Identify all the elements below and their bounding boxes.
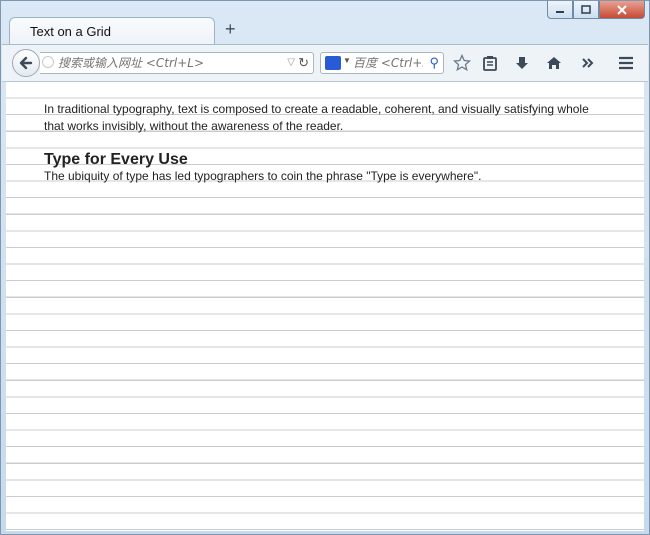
engine-dropdown-icon[interactable]: ▼ (343, 56, 351, 65)
bookmark-star-button[interactable] (452, 53, 472, 73)
minimize-button[interactable] (547, 1, 573, 19)
body-paragraph: The ubiquity of type has led typographer… (44, 169, 482, 183)
star-icon (453, 54, 471, 72)
section-heading: Type for Every Use (44, 151, 188, 168)
tab-active[interactable]: Text on a Grid (9, 17, 215, 45)
reload-icon[interactable]: ↻ (298, 55, 309, 71)
search-input[interactable] (353, 53, 423, 73)
baidu-logo-icon[interactable] (325, 56, 341, 70)
close-icon (617, 4, 627, 15)
browser-window: Text on a Grid + ▽ ↻ ▼ ⚲ (0, 0, 650, 535)
minimize-icon (556, 10, 564, 13)
clipboard-icon (483, 56, 497, 71)
url-bar[interactable]: ▽ ↻ (40, 52, 314, 74)
page-content: In traditional typography, text is compo… (6, 82, 644, 531)
tab-title: Text on a Grid (30, 24, 111, 39)
new-tab-button[interactable]: + (225, 19, 236, 39)
back-button[interactable] (12, 49, 40, 77)
overflow-button[interactable] (578, 53, 598, 73)
search-magnifier-icon[interactable]: ⚲ (429, 55, 439, 71)
search-bar[interactable]: ▼ ⚲ (320, 52, 444, 74)
maximize-button[interactable] (573, 1, 599, 19)
home-button[interactable] (544, 53, 564, 73)
url-input[interactable] (58, 53, 268, 73)
title-bar: Text on a Grid + (1, 1, 650, 45)
navigation-toolbar: ▽ ↻ ▼ ⚲ (2, 44, 648, 82)
history-dropdown-icon[interactable]: ▽ (287, 57, 295, 68)
home-icon (547, 57, 561, 69)
close-button[interactable] (599, 1, 645, 19)
chevron-double-right-icon (582, 58, 594, 68)
download-arrow-icon (516, 57, 528, 69)
reading-list-button[interactable] (480, 53, 500, 73)
window-controls (547, 1, 645, 19)
hamburger-menu-icon (619, 56, 633, 70)
menu-button[interactable] (616, 53, 636, 73)
intro-paragraph: In traditional typography, text is compo… (44, 102, 589, 133)
globe-icon (42, 56, 54, 68)
downloads-button[interactable] (512, 53, 532, 73)
maximize-icon (581, 4, 591, 14)
back-arrow-icon (19, 56, 33, 70)
